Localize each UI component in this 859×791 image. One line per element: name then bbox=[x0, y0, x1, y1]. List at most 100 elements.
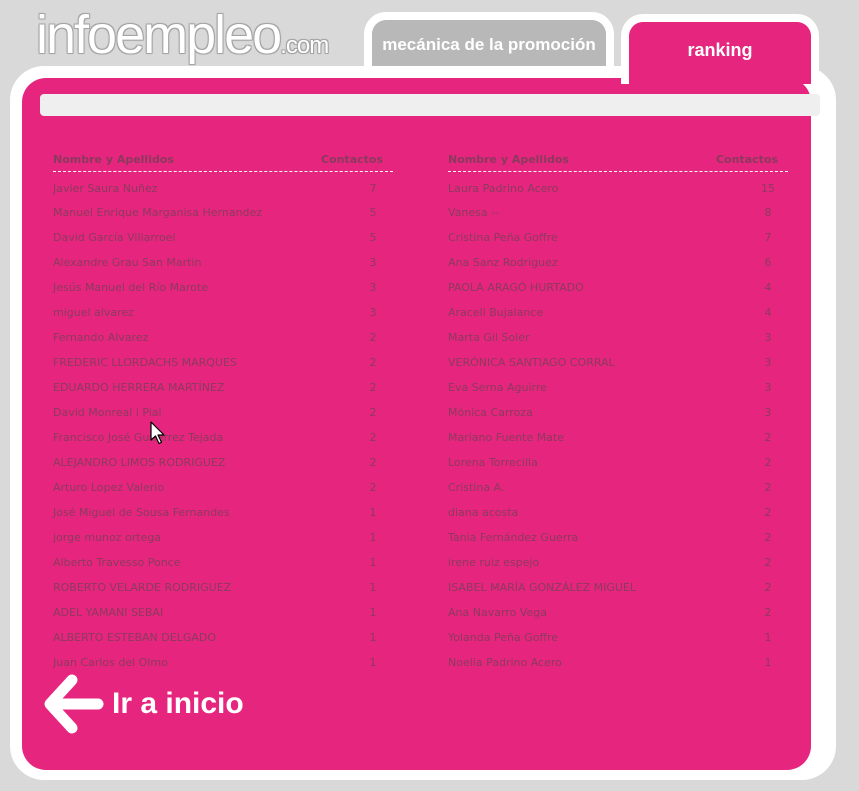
row-count: 1 bbox=[764, 631, 772, 644]
ranking-table-right: Nombre y Apellidos Contactos Laura Padri… bbox=[448, 153, 788, 675]
row-count: 2 bbox=[369, 406, 377, 419]
table-row: Juan Carlos del Olmo 1 bbox=[53, 650, 393, 675]
row-name: Cristina Peña Goffre bbox=[448, 231, 558, 244]
row-name: Alberto Travesso Ponce bbox=[53, 556, 181, 569]
table-row: Mariano Fuente Mate 2 bbox=[448, 425, 788, 450]
row-name: diana acosta bbox=[448, 506, 519, 519]
row-count: 2 bbox=[764, 581, 772, 594]
row-name: David Monreal i Pial bbox=[53, 406, 162, 419]
column-header-name: Nombre y Apellidos bbox=[53, 153, 174, 166]
row-count: 1 bbox=[369, 581, 377, 594]
row-name: Francisco José Gutiérrez Tejada bbox=[53, 431, 224, 444]
row-name: Mónica Carroza bbox=[448, 406, 533, 419]
row-name: EDUARDO HERRERA MARTÍNEZ bbox=[53, 381, 225, 394]
row-name: Eva Serna Aguirre bbox=[448, 381, 547, 394]
table-row: Noelia Padrino Acero 1 bbox=[448, 650, 788, 675]
tab-label: ranking bbox=[687, 40, 753, 60]
table-row: ALBERTO ESTEBAN DELGADO 1 bbox=[53, 625, 393, 650]
row-name: ALEJANDRO LIMOS RODRIGUEZ bbox=[53, 456, 226, 469]
table-body: Laura Padrino Acero 15 Vanesa -- 8 Cristin… bbox=[448, 172, 788, 675]
table-row: Mónica Carroza 3 bbox=[448, 400, 788, 425]
row-count: 3 bbox=[764, 356, 772, 369]
row-count: 7 bbox=[764, 231, 772, 244]
row-count: 8 bbox=[764, 206, 772, 219]
row-count: 2 bbox=[764, 456, 772, 469]
row-name: Lorena Torrecilla bbox=[448, 456, 538, 469]
ranking-table-left: Nombre y Apellidos Contactos Javier Saur… bbox=[53, 153, 393, 675]
table-row: Alberto Travesso Ponce 1 bbox=[53, 550, 393, 575]
table-row: Lorena Torrecilla 2 bbox=[448, 450, 788, 475]
row-name: ISABEL MARÍA GONZÁLEZ MIGUEL bbox=[448, 581, 636, 594]
table-row: Tania Fernández Guerra 2 bbox=[448, 525, 788, 550]
row-name: Laura Padrino Acero bbox=[448, 182, 559, 195]
row-name: Marta Gil Soler bbox=[448, 331, 530, 344]
table-row: Cristina Peña Goffre 7 bbox=[448, 225, 788, 250]
row-count: 2 bbox=[764, 481, 772, 494]
row-name: Mariano Fuente Mate bbox=[448, 431, 565, 444]
row-count: 2 bbox=[764, 506, 772, 519]
row-count: 4 bbox=[764, 281, 772, 294]
back-link-label: Ir a inicio bbox=[112, 687, 244, 720]
row-count: 7 bbox=[369, 182, 377, 195]
site-logo[interactable]: infoempleo.com bbox=[36, 2, 329, 70]
tab-mecanica-promocion[interactable]: mecánica de la promoción bbox=[364, 12, 614, 72]
row-count: 5 bbox=[369, 206, 377, 219]
row-name: FREDERIC LLORDACHS MARQUES bbox=[53, 356, 237, 369]
row-name: Araceli Bujalance bbox=[448, 306, 544, 319]
row-name: PAOLA ARAGÓ HURTADO bbox=[448, 281, 584, 294]
top-bar bbox=[40, 94, 820, 116]
row-count: 3 bbox=[369, 306, 377, 319]
row-name: ALBERTO ESTEBAN DELGADO bbox=[53, 631, 216, 644]
tab-ranking[interactable]: ranking bbox=[621, 14, 819, 84]
table-row: Arturo Lopez Valerio 2 bbox=[53, 475, 393, 500]
table-row: jorge munoz ortega 1 bbox=[53, 525, 393, 550]
logo-suffix-text: .com bbox=[280, 32, 329, 59]
row-name: miguel alvarez bbox=[53, 306, 134, 319]
table-row: David García Villarroel 5 bbox=[53, 225, 393, 250]
row-count: 15 bbox=[761, 182, 775, 195]
row-name: Vanesa -- bbox=[448, 206, 500, 219]
row-count: 1 bbox=[369, 656, 377, 669]
row-name: Noelia Padrino Acero bbox=[448, 656, 562, 669]
column-header-contacts: Contactos bbox=[715, 153, 778, 166]
row-count: 1 bbox=[369, 606, 377, 619]
row-name: Tania Fernández Guerra bbox=[448, 531, 579, 544]
row-name: Juan Carlos del Olmo bbox=[53, 656, 168, 669]
row-name: jorge munoz ortega bbox=[53, 531, 162, 544]
mouse-pointer-icon bbox=[150, 421, 165, 445]
row-count: 1 bbox=[369, 506, 377, 519]
row-name: Arturo Lopez Valerio bbox=[53, 481, 165, 494]
table-row: irene ruiz espejo 2 bbox=[448, 550, 788, 575]
row-count: 2 bbox=[369, 331, 377, 344]
row-name: irene ruiz espejo bbox=[448, 556, 540, 569]
row-count: 3 bbox=[764, 406, 772, 419]
table-row: Marta Gil Soler 3 bbox=[448, 325, 788, 350]
row-count: 2 bbox=[369, 481, 377, 494]
table-row: Ana Navarro Vega 2 bbox=[448, 600, 788, 625]
row-count: 2 bbox=[764, 531, 772, 544]
row-count: 1 bbox=[369, 531, 377, 544]
row-count: 2 bbox=[764, 431, 772, 444]
row-name: José Miguel de Sousa Fernandes bbox=[53, 506, 230, 519]
back-to-home-link[interactable]: Ir a inicio bbox=[44, 674, 244, 734]
table-row: José Miguel de Sousa Fernandes 1 bbox=[53, 500, 393, 525]
row-name: Cristina A. bbox=[448, 481, 505, 494]
table-row: diana acosta 2 bbox=[448, 500, 788, 525]
tab-label: mecánica de la promoción bbox=[382, 35, 596, 54]
row-count: 6 bbox=[764, 256, 772, 269]
table-row: EDUARDO HERRERA MARTÍNEZ 2 bbox=[53, 375, 393, 400]
row-name: Manuel Enrique Marganisa Hernandez bbox=[53, 206, 263, 219]
table-header: Nombre y Apellidos Contactos bbox=[53, 153, 393, 172]
row-count: 2 bbox=[369, 456, 377, 469]
table-row: FREDERIC LLORDACHS MARQUES 2 bbox=[53, 350, 393, 375]
table-row: David Monreal i Pial 2 bbox=[53, 400, 393, 425]
row-count: 3 bbox=[369, 281, 377, 294]
table-row: Francisco José Gutiérrez Tejada 2 bbox=[53, 425, 393, 450]
row-count: 1 bbox=[369, 631, 377, 644]
row-name: Javier Saura Nuñez bbox=[53, 182, 158, 195]
row-count: 3 bbox=[369, 256, 377, 269]
table-body: Javier Saura Nuñez 7 Manuel Enrique Marga… bbox=[53, 172, 393, 675]
table-row: Ana Sanz Rodriguez 6 bbox=[448, 250, 788, 275]
row-name: Yolanda Peña Goffre bbox=[448, 631, 559, 644]
table-row: Laura Padrino Acero 15 bbox=[448, 178, 788, 200]
